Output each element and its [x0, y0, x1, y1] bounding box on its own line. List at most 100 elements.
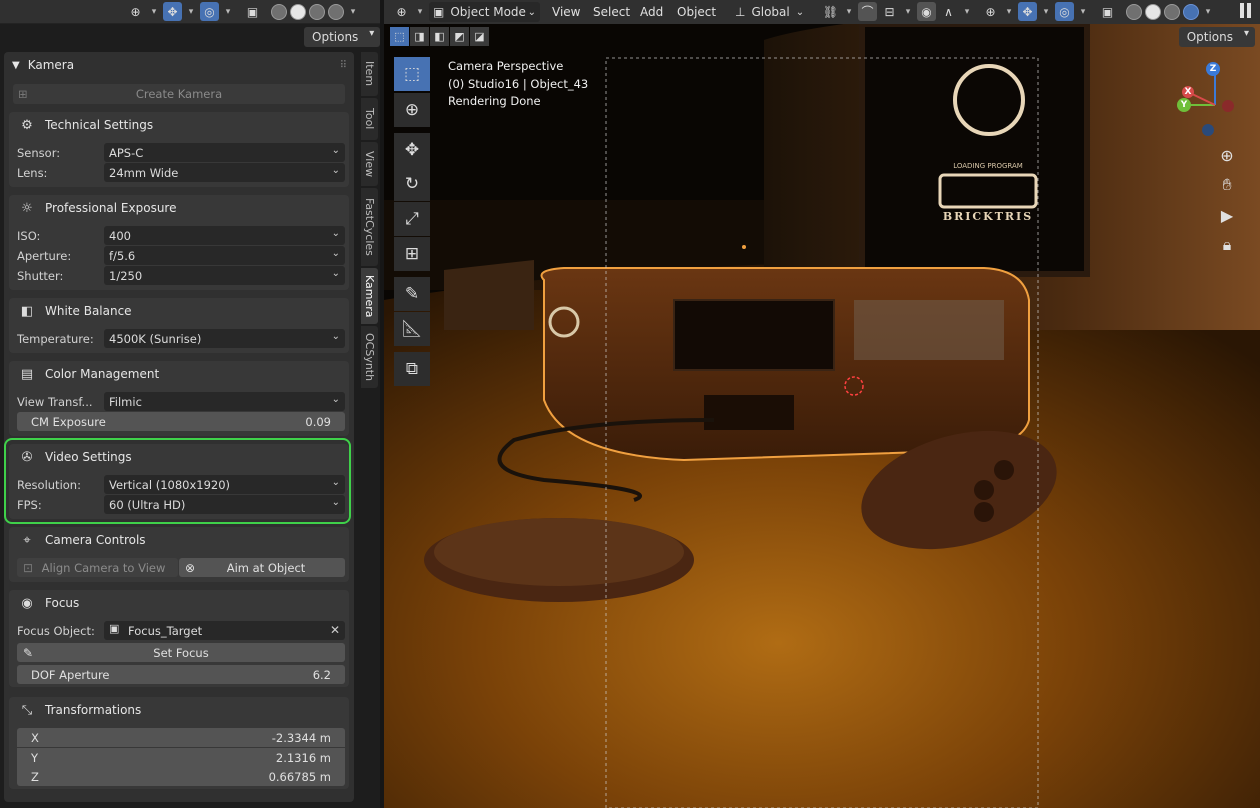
move-tool-icon[interactable]: ✥ [394, 133, 430, 167]
tab-fastcycles[interactable]: FastCycles [361, 188, 378, 266]
temperature-dropdown[interactable]: 4500K (Sunrise) ⌄ [104, 329, 345, 348]
professional-exposure-header[interactable]: ☼ Professional Exposure [19, 195, 176, 221]
material-shading-icon[interactable] [309, 3, 325, 20]
camera-view-icon[interactable]: ▶ [1214, 202, 1240, 228]
zoom-icon[interactable]: ⊕ [1214, 142, 1240, 168]
viewport-options-dropdown[interactable]: Options ▾ [1178, 27, 1255, 47]
aim-at-object-button[interactable]: ⊗ Aim at Object [179, 558, 345, 577]
sensor-dropdown[interactable]: APS-C ⌄ [104, 143, 345, 162]
kamera-panel-header[interactable]: ▼ Kamera ⠿ [4, 52, 354, 78]
pan-hand-icon[interactable]: ✋︎ [1214, 172, 1240, 198]
view-pivot-icon[interactable]: ⊕ [126, 2, 145, 21]
tab-tool[interactable]: Tool [361, 98, 378, 140]
menu-add[interactable]: Add [640, 3, 663, 21]
location-z-field[interactable]: Z 0.66785 m [17, 767, 345, 786]
tab-kamera[interactable]: Kamera [361, 268, 378, 324]
chevron-down-icon[interactable]: ▾ [1040, 2, 1052, 21]
select-subtract-icon[interactable]: ◧ [430, 27, 449, 46]
xray-icon[interactable]: ▣ [1098, 2, 1117, 21]
select-extend-icon[interactable]: ◨ [410, 27, 429, 46]
dof-aperture-field[interactable]: DOF Aperture 6.2 [17, 665, 345, 684]
x-axis-icon[interactable]: X [1182, 86, 1194, 98]
xray-icon[interactable]: ▣ [243, 2, 262, 21]
drag-grip-icon[interactable]: ⠿ [340, 60, 347, 71]
falloff-icon[interactable]: ∧ [939, 2, 958, 21]
editor-type-icon[interactable]: ⊕ [392, 2, 411, 21]
chevron-down-icon[interactable]: ▾ [1202, 2, 1214, 21]
menu-object[interactable]: Object [677, 3, 716, 21]
rotate-tool-icon[interactable]: ↻ [394, 167, 430, 201]
snap-icon[interactable]: ⌒ [858, 2, 877, 21]
view-transform-dropdown[interactable]: Filmic ⌄ [104, 392, 345, 411]
aperture-dropdown[interactable]: f/5.6 ⌄ [104, 246, 345, 265]
proportional-edit-icon[interactable]: ◉ [917, 2, 936, 21]
orientation-dropdown[interactable]: ⊥ Global ⌄ [735, 2, 812, 22]
location-y-field[interactable]: Y 2.1316 m [17, 748, 345, 767]
clear-icon[interactable]: ✕ [330, 623, 340, 637]
menu-view[interactable]: View [552, 3, 580, 21]
mode-dropdown[interactable]: ▣ Object Mode ⌄ [429, 2, 540, 22]
tab-item[interactable]: Item [361, 52, 378, 96]
chevron-down-icon[interactable]: ▾ [185, 2, 197, 21]
pivot-point-icon[interactable]: ⛓ [821, 2, 840, 21]
select-invert-icon[interactable]: ◩ [450, 27, 469, 46]
options-dropdown[interactable]: Options ▾ [304, 27, 381, 47]
chevron-down-icon[interactable]: ▾ [1077, 2, 1089, 21]
cursor-tool-icon[interactable]: ⊕ [394, 93, 430, 127]
lens-dropdown[interactable]: 24mm Wide ⌄ [104, 163, 345, 182]
transformations-header[interactable]: ⤡ Transformations [19, 697, 141, 723]
pause-render-icon[interactable] [1240, 3, 1254, 19]
rendered-shading-icon[interactable] [1183, 3, 1199, 20]
wireframe-shading-icon[interactable] [1126, 3, 1142, 20]
color-management-header[interactable]: ▤ Color Management [19, 361, 159, 387]
wireframe-shading-icon[interactable] [271, 3, 287, 20]
chevron-down-icon[interactable]: ▾ [1003, 2, 1015, 21]
overlay-toggle-icon[interactable]: ◎ [200, 2, 219, 21]
chevron-down-icon[interactable]: ▾ [843, 2, 855, 21]
chevron-down-icon[interactable]: ▾ [347, 2, 359, 21]
select-box-tool-icon[interactable]: ⬚ [394, 57, 430, 91]
y-axis-icon[interactable]: Y [1177, 98, 1191, 112]
create-kamera-button[interactable]: ⊞ Create Kamera [13, 84, 345, 104]
z-axis-icon[interactable]: Z [1206, 62, 1220, 76]
chevron-down-icon[interactable]: ▾ [414, 2, 426, 21]
measure-tool-icon[interactable]: 📐︎ [394, 312, 430, 346]
annotate-tool-icon[interactable]: ✎ [394, 277, 430, 311]
iso-dropdown[interactable]: 400 ⌄ [104, 226, 345, 245]
select-new-icon[interactable]: ⬚ [390, 27, 409, 46]
overlay-toggle-icon[interactable]: ◎ [1055, 2, 1074, 21]
set-focus-button[interactable]: ✎ Set Focus [17, 643, 345, 662]
chevron-down-icon[interactable]: ▾ [961, 2, 973, 21]
chevron-down-icon[interactable]: ▾ [222, 2, 234, 21]
solid-shading-icon[interactable] [1145, 3, 1161, 20]
3d-viewport[interactable]: LOADING PROGRAM BRICKTRIS ⊕ ▾ ▣ Object M… [384, 0, 1260, 808]
tab-ocsynth[interactable]: OCSynth [361, 326, 378, 388]
shutter-dropdown[interactable]: 1/250 ⌄ [104, 266, 345, 285]
location-x-field[interactable]: X -2.3344 m [17, 728, 345, 747]
rendered-shading-icon[interactable] [328, 3, 344, 20]
menu-select[interactable]: Select [593, 3, 630, 21]
chevron-down-icon[interactable]: ▾ [148, 2, 160, 21]
scale-tool-icon[interactable]: ⤢ [394, 202, 430, 236]
select-intersect-icon[interactable]: ◪ [470, 27, 489, 46]
align-camera-to-view-button[interactable]: ⊡ Align Camera to View [17, 558, 178, 577]
cm-exposure-field[interactable]: CM Exposure 0.09 [17, 412, 345, 431]
gizmo-toggle-icon[interactable]: ✥ [1018, 2, 1037, 21]
tab-view[interactable]: View [361, 142, 378, 186]
view-pivot-icon[interactable]: ⊕ [981, 2, 1000, 21]
technical-settings-header[interactable]: ⚙ Technical Settings [19, 112, 153, 138]
focus-object-field[interactable]: ▣ Focus_Target ✕ [104, 621, 345, 640]
transform-tool-icon[interactable]: ⊞ [394, 237, 430, 271]
material-shading-icon[interactable] [1164, 3, 1180, 20]
focus-header[interactable]: ◉ Focus [19, 590, 79, 616]
snap-increment-icon[interactable]: ⊟ [880, 2, 899, 21]
white-balance-header[interactable]: ◧ White Balance [19, 298, 132, 324]
camera-controls-header[interactable]: ⌖ Camera Controls [19, 527, 145, 553]
neg-z-axis-icon[interactable] [1202, 124, 1214, 136]
lock-icon[interactable]: 🔒︎ [1214, 232, 1240, 258]
gizmo-toggle-icon[interactable]: ✥ [163, 2, 182, 21]
solid-shading-icon[interactable] [290, 3, 306, 20]
neg-x-axis-icon[interactable] [1222, 100, 1234, 112]
add-cube-tool-icon[interactable]: ⧉ [394, 352, 430, 386]
chevron-down-icon[interactable]: ▾ [902, 2, 914, 21]
